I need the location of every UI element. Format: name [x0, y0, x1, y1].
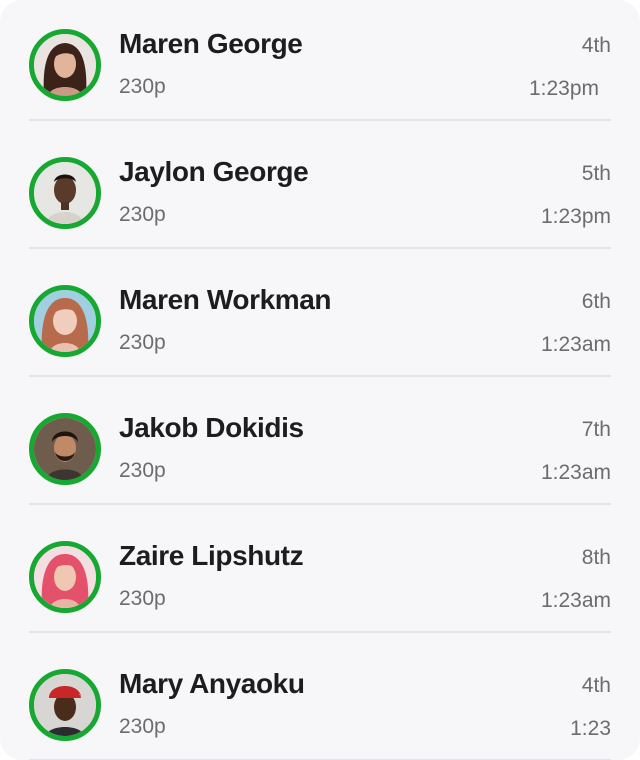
player-rank: 5th	[581, 162, 611, 185]
player-points: 230p	[119, 587, 166, 610]
avatar	[29, 413, 101, 485]
player-rank: 8th	[581, 546, 611, 569]
leaderboard-row[interactable]: Zaire Lipshutz 230p 8th 1:23am	[0, 512, 640, 640]
player-rank: 7th	[581, 418, 611, 441]
player-name: Maren George	[119, 28, 303, 59]
leaderboard-row[interactable]: Maren George 230p 4th 1:23pm	[0, 0, 640, 128]
leaderboard-row[interactable]: Jakob Dokidis 230p 7th 1:23am	[0, 384, 640, 512]
avatar	[29, 285, 101, 357]
avatar-photo	[34, 418, 96, 480]
player-rank: 4th	[581, 674, 611, 697]
leaderboard-list: Maren George 230p 4th 1:23pm Jaylon Geor…	[0, 0, 640, 760]
player-time: 1:23pm	[528, 77, 599, 100]
player-time: 1:23	[570, 717, 611, 740]
player-rank: 4th	[581, 34, 611, 57]
avatar	[29, 541, 101, 613]
player-name: Zaire Lipshutz	[119, 540, 304, 571]
player-points: 230p	[119, 331, 166, 354]
leaderboard-panel: Maren George 230p 4th 1:23pm Jaylon Geor…	[0, 0, 640, 760]
leaderboard-row[interactable]: Maren Workman 230p 6th 1:23am	[0, 256, 640, 384]
avatar	[29, 157, 101, 229]
leaderboard-row[interactable]: Mary Anyaoku 230p 4th 1:23	[0, 640, 640, 760]
avatar-photo	[34, 34, 96, 96]
player-name: Maren Workman	[119, 284, 332, 315]
avatar-photo	[34, 290, 96, 352]
player-points: 230p	[119, 715, 166, 738]
player-time: 1:23am	[540, 589, 611, 612]
player-name: Jaylon George	[119, 156, 309, 187]
player-name: Mary Anyaoku	[119, 668, 305, 699]
player-name: Jakob Dokidis	[119, 412, 304, 443]
avatar-photo	[34, 546, 96, 608]
avatar	[29, 29, 101, 101]
avatar	[29, 669, 101, 741]
avatar-photo	[34, 674, 96, 736]
player-points: 230p	[119, 459, 166, 482]
avatar-photo	[34, 162, 96, 224]
player-time: 1:23pm	[540, 205, 611, 228]
player-points: 230p	[119, 75, 166, 98]
player-points: 230p	[119, 203, 166, 226]
leaderboard-row[interactable]: Jaylon George 230p 5th 1:23pm	[0, 128, 640, 256]
player-time: 1:23am	[540, 461, 611, 484]
player-time: 1:23am	[540, 333, 611, 356]
player-rank: 6th	[581, 290, 611, 313]
